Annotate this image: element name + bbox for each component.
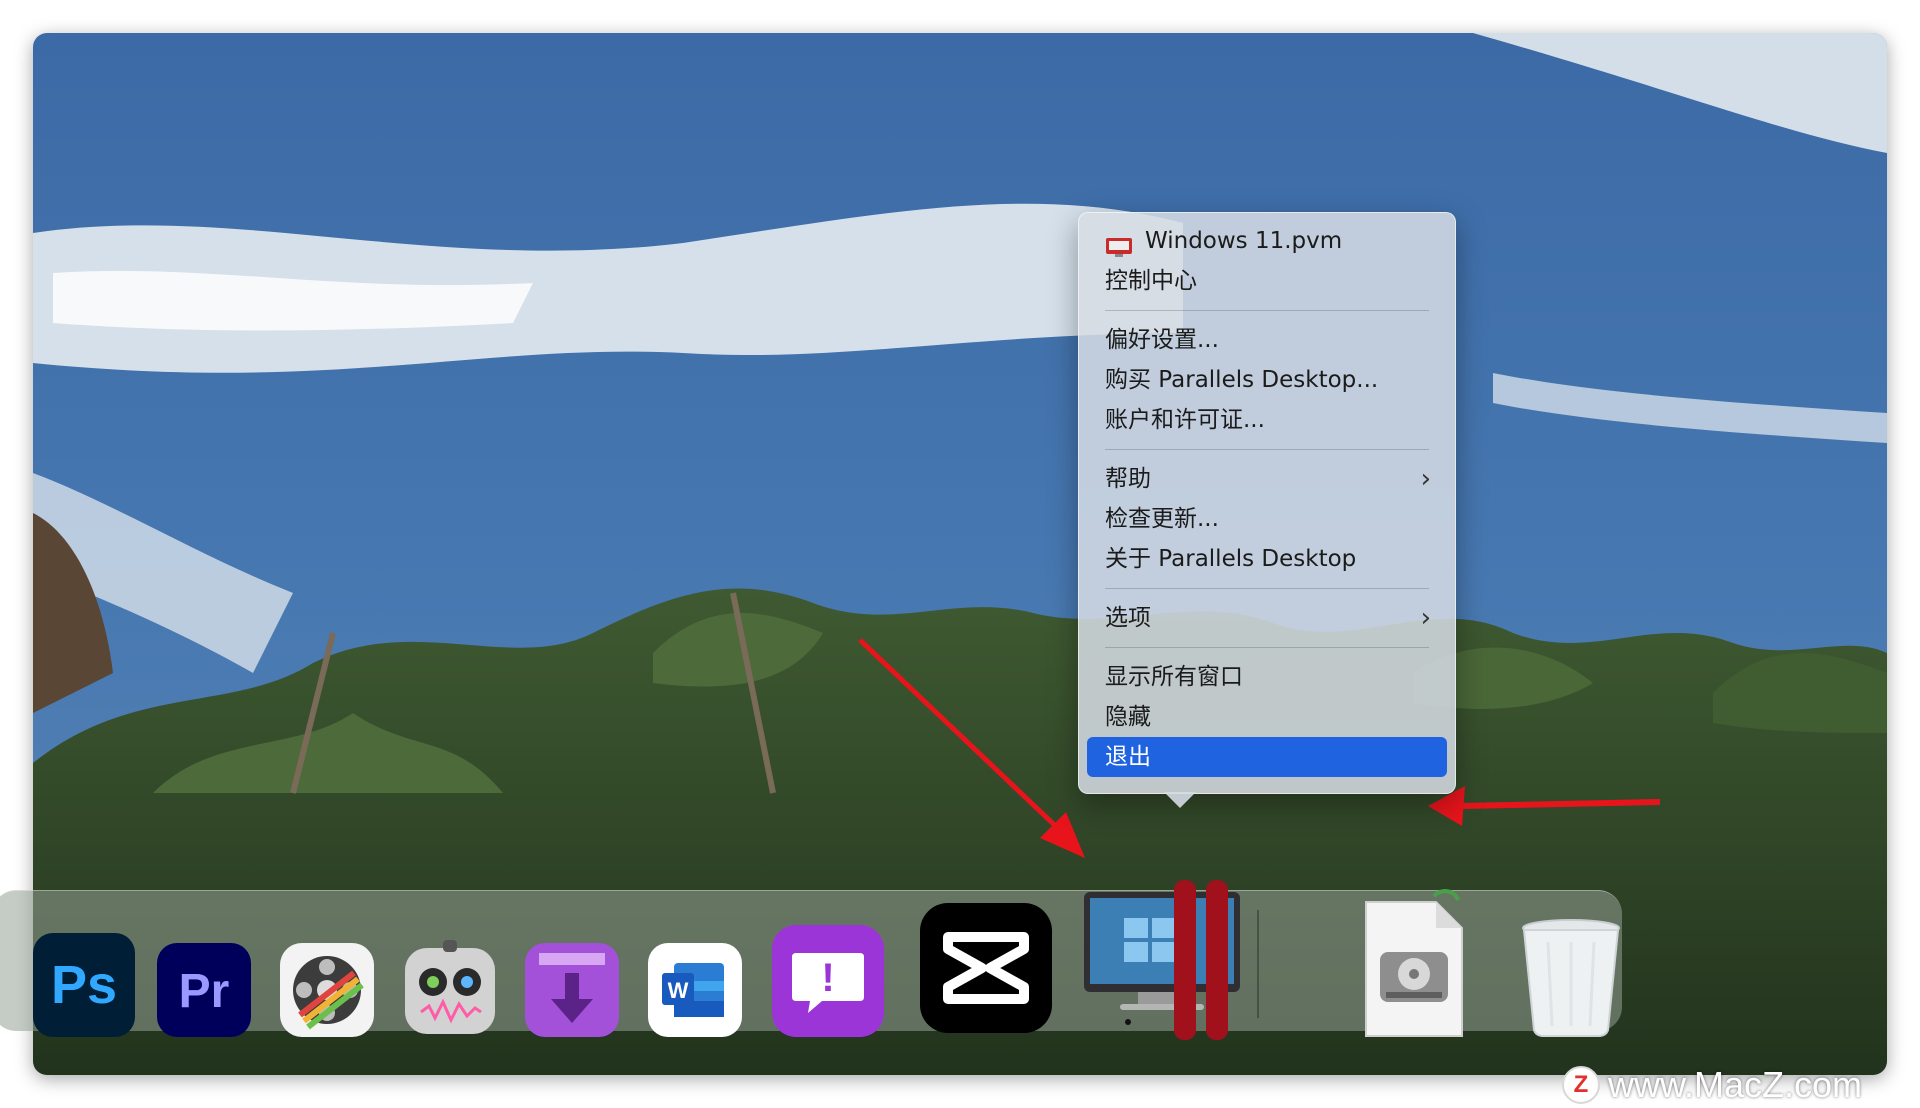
menu-item-options[interactable]: 选项 › [1087, 598, 1447, 638]
menu-item-help-label: 帮助 [1105, 466, 1151, 492]
chevron-right-icon: › [1420, 464, 1431, 494]
parallels-vm-icon [1105, 230, 1133, 257]
menu-separator [1105, 310, 1429, 311]
menu-item-about[interactable]: 关于 Parallels Desktop [1087, 539, 1447, 579]
chevron-right-icon: › [1420, 603, 1431, 633]
capcut-icon[interactable] [920, 903, 1052, 1033]
menu-item-options-label: 选项 [1105, 605, 1151, 631]
annotation-arrow-diagonal [858, 638, 1067, 837]
menu-item-buy[interactable]: 购买 Parallels Desktop... [1087, 360, 1447, 400]
film-reel-icon[interactable] [280, 943, 374, 1037]
menu-item-hide[interactable]: 隐藏 [1087, 697, 1447, 737]
premiere-icon[interactable]: Pr [157, 943, 251, 1037]
menu-item-quit[interactable]: 退出 [1087, 737, 1447, 777]
menu-item-check-updates[interactable]: 检查更新... [1087, 499, 1447, 539]
feedback-icon[interactable]: ! [772, 925, 884, 1037]
menu-separator [1105, 588, 1429, 589]
robot-audio-icon[interactable] [403, 940, 497, 1037]
menu-item-vm[interactable]: Windows 11.pvm [1087, 221, 1447, 261]
menu-pointer [1164, 792, 1196, 808]
running-indicator [1125, 1019, 1131, 1025]
menu-item-help[interactable]: 帮助 › [1087, 459, 1447, 499]
macz-logo: Z [1562, 1066, 1600, 1104]
parallels-icon[interactable] [1082, 880, 1242, 1040]
purple-download-icon[interactable] [525, 943, 619, 1037]
svg-text:!: ! [821, 956, 834, 1000]
menu-item-preferences[interactable]: 偏好设置... [1087, 320, 1447, 360]
word-icon[interactable]: W [648, 943, 742, 1037]
annotation-arrow-horizontal [1459, 799, 1661, 809]
photoshop-icon[interactable]: Ps [33, 933, 135, 1037]
menu-separator [1105, 647, 1429, 648]
menu-item-vm-label: Windows 11.pvm [1145, 228, 1343, 254]
dock-context-menu: Windows 11.pvm 控制中心 偏好设置... 购买 Parallels… [1078, 212, 1456, 794]
dock-separator [1257, 910, 1259, 1018]
svg-text:Ps: Ps [51, 955, 117, 1015]
disk-image-icon[interactable] [1358, 888, 1470, 1040]
menu-item-show-all-windows[interactable]: 显示所有窗口 [1087, 657, 1447, 697]
menu-separator [1105, 449, 1429, 450]
watermark-text: www.MacZ.com [1608, 1064, 1863, 1105]
trash-icon[interactable] [1520, 918, 1622, 1038]
svg-text:W: W [668, 978, 689, 1003]
menu-item-account-license[interactable]: 账户和许可证... [1087, 400, 1447, 440]
svg-text:Pr: Pr [179, 965, 230, 1018]
menu-item-control-center[interactable]: 控制中心 [1087, 261, 1447, 301]
